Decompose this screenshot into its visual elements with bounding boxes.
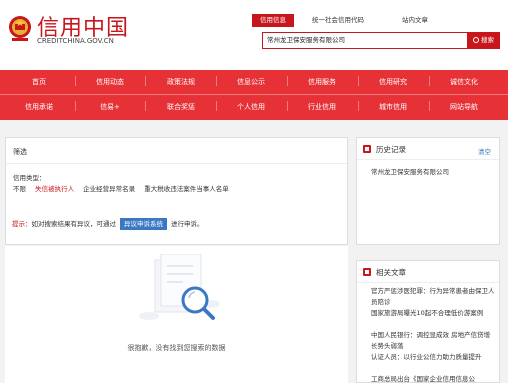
search-button-label: 搜索 [481,36,494,44]
related-article-item[interactable]: 国家旅游局曝光10起不合理低价游案例 [371,308,495,319]
nav-separator [216,76,217,86]
tip-bar: 提示：如对搜索结果有异议，可通过 异议申诉系统 进行申诉。 [6,216,347,233]
nav-integrity-culture[interactable]: 诚信文化 [450,71,478,93]
nav-separator [358,101,359,111]
nav-policy[interactable]: 政策法规 [167,71,195,93]
related-header: 相关文章 [357,261,499,283]
nav-separator [429,101,430,111]
nav-divider [0,94,508,95]
search-icon [473,37,479,43]
nav-credit-news[interactable]: 信用动态 [96,71,124,93]
divider [6,163,347,164]
nav-separator [75,101,76,111]
nav-personal-credit[interactable]: 个人信用 [237,96,265,118]
nav-separator [429,76,430,86]
history-panel: 历史记录 清空 常州龙卫保安服务有限公司 [356,137,500,245]
nav-city-credit[interactable]: 城市信用 [379,96,407,118]
nav-separator [145,101,146,111]
nav-site-map[interactable]: 网站导航 [450,96,478,118]
nav-separator [75,76,76,86]
filter-option-abnormal-operation[interactable]: 企业经营异常名录 [83,185,135,193]
related-article-item[interactable]: 工商总局出台《国家企业信用信息公 [371,374,495,383]
filter-option-dishonest-debtor[interactable]: 失信被执行人 [35,185,74,193]
search-input[interactable]: 常州龙卫保安服务有限公司 [262,32,467,49]
history-title: 历史记录 [376,145,406,154]
related-articles-panel: 相关文章 官方严惩涉医犯罪：行为异常患者由保卫人员陪诊 国家旅游局曝光10起不合… [356,260,500,383]
no-results-message: 很抱歉，没有找到您搜索的数据 [127,344,226,352]
nav-xin-yi-plus[interactable]: 信易+ [100,96,120,118]
nav-separator [287,76,288,86]
nav-credit-pledge[interactable]: 信用承诺 [25,96,53,118]
site-domain: CREDITCHINA.GOV.CN [37,37,114,45]
nav-separator [145,76,146,86]
history-item[interactable]: 常州龙卫保安服务有限公司 [371,166,449,176]
nav-credit-research[interactable]: 信用研究 [379,71,407,93]
related-title: 相关文章 [376,268,406,277]
nav-home[interactable]: 首页 [32,71,46,93]
result-panel: 很抱歉，没有找到您搜索的数据 [5,246,348,383]
appeal-system-button[interactable]: 异议申诉系统 [120,218,167,230]
nav-credit-service[interactable]: 信用服务 [308,71,336,93]
tip-suffix: 进行申诉。 [171,220,204,228]
site-header: 信用中国 CREDITCHINA.GOV.CN 信用信息 统一社会信用代码 站内… [0,0,508,70]
credit-type-label: 信用类型： [13,174,46,182]
nav-separator [358,76,359,86]
related-article-item[interactable]: 官方严惩涉医犯罪：行为异常患者由保卫人员陪诊 [371,286,495,308]
nav-industry-credit[interactable]: 行业信用 [308,96,336,118]
history-icon [363,145,371,153]
related-article-item[interactable]: 认证人员：以行业公信力助力质量提升 [371,352,495,363]
filter-option-tax-violation[interactable]: 重大税收违法案件当事人名单 [144,185,229,193]
related-article-item[interactable]: 中国人民银行：调控显成效 房地产信贷增长势头弱落 [371,330,495,352]
history-header: 历史记录 清空 [357,138,499,160]
tab-credit-code[interactable]: 统一社会信用代码 [312,14,364,27]
tip-label: 提示： [12,220,32,228]
nav-disclosure[interactable]: 信息公示 [237,71,265,93]
national-emblem-icon [9,16,31,41]
nav-separator [216,101,217,111]
articles-icon [363,268,371,276]
clear-history-link[interactable]: 清空 [478,146,491,156]
search-button[interactable]: 搜索 [467,32,500,49]
tab-credit-info[interactable]: 信用信息 [252,14,294,27]
filter-title: 筛选 [13,148,27,156]
no-results-magnifier-icon [139,254,220,320]
nav-joint-reward-punishment[interactable]: 联合奖惩 [167,96,195,118]
filter-option-all[interactable]: 不限 [13,185,26,193]
tip-text: 如对搜索结果有异议，可通过 [31,220,117,228]
main-nav: 首页 信用动态 政策法规 信息公示 信用服务 信用研究 诚信文化 信用承诺 信易… [0,70,508,120]
nav-separator [287,101,288,111]
credit-type-options: 不限 失信被执行人 企业经营异常名录 重大税收违法案件当事人名单 [13,183,236,193]
tab-site-articles[interactable]: 站内文章 [402,14,428,27]
